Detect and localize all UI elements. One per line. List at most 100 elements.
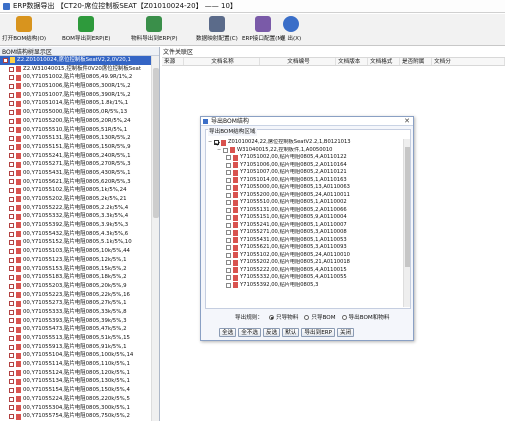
radio-material-only[interactable]: 只导物料	[268, 313, 298, 321]
column-header[interactable]: 文档分	[432, 58, 505, 65]
close-button[interactable]: 关闭	[336, 328, 355, 337]
checkbox[interactable]	[9, 353, 14, 359]
export-tree[interactable]: − Z01010024,22,席位控制板SeatV2.2,1,B0121013 …	[208, 139, 402, 307]
tree-item[interactable]: 00,Y71055152,贴片电阻0805,5.1k/5%,10	[0, 238, 152, 247]
checkbox[interactable]	[9, 361, 14, 367]
collapse-icon[interactable]: −	[217, 147, 222, 155]
tree-item[interactable]: 00,Y71055241,贴片电阻0805,240R/5%,1	[0, 152, 152, 161]
tree-item[interactable]: 00,Y71055183,贴片电阻0805,18k/5%,2	[0, 273, 152, 282]
checkbox[interactable]	[226, 185, 231, 191]
column-header[interactable]: 来源	[162, 58, 184, 65]
radio-icon[interactable]	[268, 314, 274, 320]
tree-sub[interactable]: Z2.W31040015,控制板件0V20席位控制板Seat	[0, 65, 152, 74]
checkbox[interactable]	[9, 205, 14, 211]
column-header[interactable]: 文档名称	[184, 58, 260, 65]
checkbox[interactable]	[9, 275, 14, 281]
checkbox[interactable]	[9, 188, 14, 194]
export-tree-item[interactable]: Y71055000,00,贴片电阻0805,13,A0110063	[208, 184, 402, 192]
exit-button[interactable]: 退 出(X)	[280, 16, 301, 45]
checkbox[interactable]	[9, 75, 14, 81]
invert-selection-button[interactable]: 反选	[263, 328, 281, 337]
tree-item[interactable]: 00,Y71055473,贴片电阻0805,47k/5%,2	[0, 325, 152, 334]
checkbox[interactable]	[9, 83, 14, 89]
tree-item[interactable]: 00,Y71055273,贴片电阻0805,27k/5%,1	[0, 299, 152, 308]
checkbox[interactable]	[9, 283, 14, 289]
export-tree-item[interactable]: Y71055392,00,贴片电阻0805,3	[208, 282, 402, 290]
tree-item[interactable]: 00,Y71055134,贴片电阻0805,130k/5%,1	[0, 377, 152, 386]
checkbox[interactable]	[226, 192, 231, 198]
checkbox[interactable]	[9, 162, 14, 168]
column-header[interactable]: 文档版本	[336, 58, 368, 65]
tree-item[interactable]: 00,Y71055200,贴片电阻0805,20R/5%,24	[0, 117, 152, 126]
radio-bom-only[interactable]: 只导BOM	[304, 313, 336, 321]
export-tree-root[interactable]: − Z01010024,22,席位控制板SeatV2.2,1,B0121013	[208, 139, 402, 147]
checkbox[interactable]	[9, 414, 14, 420]
material-export-button[interactable]: 物料导出到ERP(P)	[131, 16, 178, 45]
checkbox[interactable]	[226, 267, 231, 273]
tree-item[interactable]: 00,Y71055102,贴片电阻0805,1k/5%,24	[0, 186, 152, 195]
export-tree-item[interactable]: Y71055431,00,贴片电阻0805,1,A0110053	[208, 237, 402, 245]
tree-item[interactable]: 00,Y71055153,贴片电阻0805,15k/5%,2	[0, 265, 152, 274]
checkbox[interactable]	[226, 252, 231, 258]
radio-bom-and-material[interactable]: 导出BOM和物料	[341, 313, 389, 321]
tree-item[interactable]: 00,Y71055114,贴片电阻0805,110k/5%,1	[0, 360, 152, 369]
checkbox[interactable]	[9, 214, 14, 220]
close-icon[interactable]: ✕	[404, 117, 410, 126]
tree-item[interactable]: 00,Y71055123,贴片电阻0805,12k/5%,1	[0, 256, 152, 265]
checkbox[interactable]	[9, 240, 14, 246]
checkbox[interactable]	[226, 282, 231, 288]
checkbox[interactable]	[9, 405, 14, 411]
tree-item[interactable]: 00,Y71055332,贴片电阻0805,3.3k/5%,4	[0, 212, 152, 221]
tree-item[interactable]: 00,Y71055000,贴片电阻0805,0R/5%,13	[0, 108, 152, 117]
checkbox[interactable]	[3, 57, 8, 63]
select-none-button[interactable]: 全不选	[238, 328, 261, 337]
tree-item[interactable]: 00,Y71055103,贴片电阻0805,10k/5%,44	[0, 247, 152, 256]
tree-item[interactable]: 00,Y71055913,贴片电阻0805,91k/5%,1	[0, 343, 152, 352]
export-to-erp-button[interactable]: 导出到ERP	[301, 328, 335, 337]
checkbox[interactable]	[9, 396, 14, 402]
checkbox[interactable]	[9, 387, 14, 393]
radio-icon[interactable]	[304, 314, 310, 320]
tree-item[interactable]: 00,Y71055392,贴片电阻0805,3.9k/5%,3	[0, 221, 152, 230]
export-tree-item[interactable]: Y71055510,00,贴片电阻0805,1,A0110002	[208, 199, 402, 207]
checkbox[interactable]	[9, 344, 14, 350]
checkbox[interactable]	[226, 200, 231, 206]
checkbox[interactable]	[9, 257, 14, 263]
checkbox[interactable]	[226, 245, 231, 251]
checkbox[interactable]	[9, 92, 14, 98]
tree-item[interactable]: 00,Y71055223,贴片电阻0805,22k/5%,16	[0, 291, 152, 300]
checkbox[interactable]	[9, 109, 14, 115]
interface-config-button[interactable]: ERP接口配置(M)	[242, 16, 284, 45]
tree-item[interactable]: 00,Y71055202,贴片电阻0805,2k/5%,21	[0, 195, 152, 204]
export-tree-item[interactable]: Y71055332,00,贴片电阻0805,4,A0110055	[208, 274, 402, 282]
checkbox[interactable]	[226, 177, 231, 183]
tree-item[interactable]: 00,Y71055754,贴片电阻0805,750k/5%,2	[0, 412, 152, 421]
mapping-config-button[interactable]: 数据映射配置(C)	[196, 16, 238, 45]
tree-item[interactable]: 00,Y71055131,贴片电阻0805,130R/5%,2	[0, 134, 152, 143]
tree-item[interactable]: 00,Y71055104,贴片电阻0805,100k/5%,14	[0, 351, 152, 360]
default-button[interactable]: 默认	[282, 328, 300, 337]
open-bom-button[interactable]: 打开BOM结构(O)	[2, 16, 46, 45]
radio-icon[interactable]	[341, 314, 347, 320]
tree-item[interactable]: 00,Y71055510,贴片电阻0805,51R/5%,1	[0, 126, 152, 135]
select-all-button[interactable]: 全选	[219, 328, 237, 337]
tree-item[interactable]: 00,Y71055224,贴片电阻0805,220k/5%,5	[0, 395, 152, 404]
checkbox[interactable]	[9, 136, 14, 142]
checkbox[interactable]	[9, 118, 14, 124]
checkbox[interactable]	[9, 292, 14, 298]
tree-item[interactable]: 00,Y71055393,贴片电阻0805,39k/5%,3	[0, 317, 152, 326]
export-tree-item[interactable]: Y71055200,00,贴片电阻0805,24,A0110011	[208, 192, 402, 200]
checkbox[interactable]	[9, 153, 14, 159]
checkbox[interactable]	[223, 147, 228, 153]
export-tree-item[interactable]: Y71055241,00,贴片电阻0805,1,A0110007	[208, 222, 402, 230]
checkbox[interactable]	[226, 155, 231, 161]
tree-item[interactable]: 00,Y71055271,贴片电阻0805,270R/5%,3	[0, 160, 152, 169]
column-header[interactable]: 文档编号	[260, 58, 336, 65]
checkbox[interactable]	[226, 162, 231, 168]
checkbox[interactable]	[226, 275, 231, 281]
tree-item[interactable]: 00,Y71055154,贴片电阻0805,150k/5%,4	[0, 386, 152, 395]
checkbox[interactable]	[9, 170, 14, 176]
checkbox[interactable]	[226, 237, 231, 243]
checkbox[interactable]	[9, 196, 14, 202]
checkbox[interactable]	[9, 309, 14, 315]
